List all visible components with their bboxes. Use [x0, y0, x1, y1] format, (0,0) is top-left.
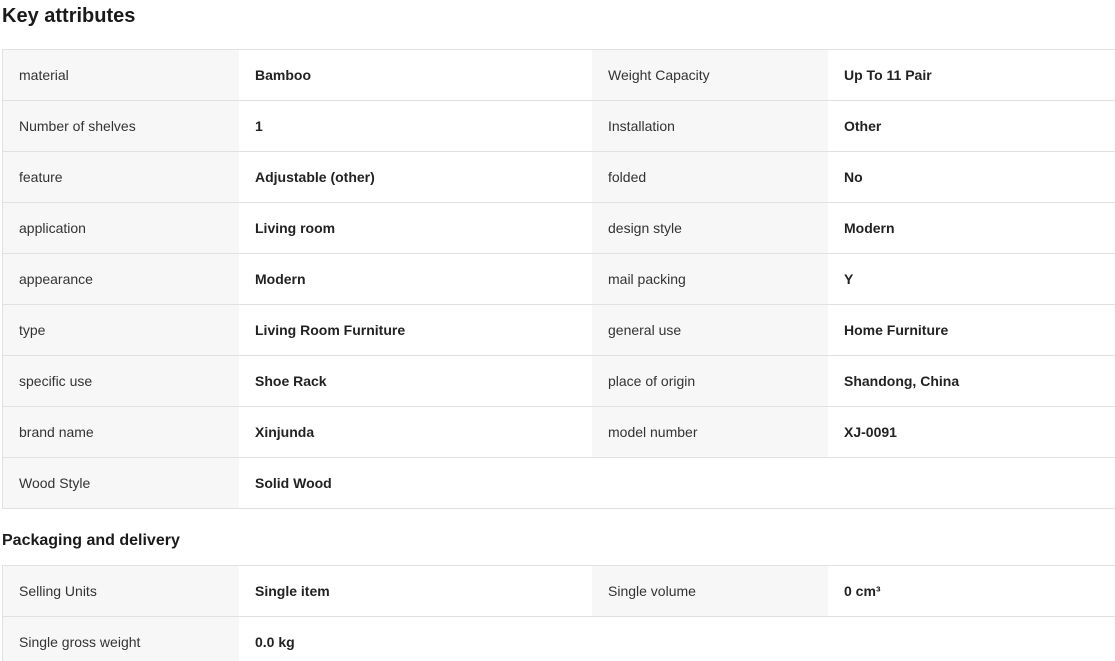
attribute-value: Single item	[239, 566, 592, 616]
attribute-label: model number	[592, 407, 828, 457]
attribute-label: mail packing	[592, 254, 828, 304]
table-row: feature Adjustable (other) folded No	[3, 152, 1115, 203]
attribute-label: brand name	[3, 407, 239, 457]
attribute-value: Other	[828, 101, 1115, 151]
attribute-label: design style	[592, 203, 828, 253]
key-attributes-title: Key attributes	[2, 5, 136, 27]
empty-cell	[592, 617, 1115, 661]
table-row: Single gross weight 0.0 kg	[3, 617, 1115, 661]
attribute-value: Modern	[828, 203, 1115, 253]
packaging-delivery-table: Selling Units Single item Single volume …	[2, 565, 1115, 661]
attribute-value: Solid Wood	[239, 458, 592, 508]
table-row: type Living Room Furniture general use H…	[3, 305, 1115, 356]
product-attributes-page: Key attributes material Bamboo Weight Ca…	[0, 0, 1115, 661]
attribute-value: XJ-0091	[828, 407, 1115, 457]
attribute-label: folded	[592, 152, 828, 202]
attribute-value: Adjustable (other)	[239, 152, 592, 202]
attribute-value: Bamboo	[239, 50, 592, 100]
key-attributes-table: material Bamboo Weight Capacity Up To 11…	[2, 49, 1115, 509]
table-row: Number of shelves 1 Installation Other	[3, 101, 1115, 152]
attribute-value: Shandong, China	[828, 356, 1115, 406]
packaging-delivery-title: Packaging and delivery	[2, 532, 180, 549]
table-row: Selling Units Single item Single volume …	[3, 566, 1115, 617]
attribute-label: general use	[592, 305, 828, 355]
attribute-label: specific use	[3, 356, 239, 406]
attribute-value: Living Room Furniture	[239, 305, 592, 355]
attribute-value: Home Furniture	[828, 305, 1115, 355]
empty-cell	[592, 458, 1115, 508]
table-row: appearance Modern mail packing Y	[3, 254, 1115, 305]
attribute-value: Up To 11 Pair	[828, 50, 1115, 100]
attribute-value: Y	[828, 254, 1115, 304]
attribute-label: Installation	[592, 101, 828, 151]
attribute-value: 1	[239, 101, 592, 151]
table-row: application Living room design style Mod…	[3, 203, 1115, 254]
attribute-label: Wood Style	[3, 458, 239, 508]
attribute-label: Number of shelves	[3, 101, 239, 151]
attribute-label: application	[3, 203, 239, 253]
attribute-value: Xinjunda	[239, 407, 592, 457]
attribute-label: Selling Units	[3, 566, 239, 616]
table-row: material Bamboo Weight Capacity Up To 11…	[3, 50, 1115, 101]
attribute-label: material	[3, 50, 239, 100]
attribute-label: Single volume	[592, 566, 828, 616]
table-row: Wood Style Solid Wood	[3, 458, 1115, 509]
table-row: brand name Xinjunda model number XJ-0091	[3, 407, 1115, 458]
attribute-label: appearance	[3, 254, 239, 304]
attribute-label: Weight Capacity	[592, 50, 828, 100]
attribute-label: place of origin	[592, 356, 828, 406]
attribute-label: type	[3, 305, 239, 355]
attribute-label: feature	[3, 152, 239, 202]
attribute-value: Shoe Rack	[239, 356, 592, 406]
attribute-label: Single gross weight	[3, 617, 239, 661]
table-row: specific use Shoe Rack place of origin S…	[3, 356, 1115, 407]
attribute-value: 0 cm³	[828, 566, 1115, 616]
attribute-value: No	[828, 152, 1115, 202]
attribute-value: 0.0 kg	[239, 617, 592, 661]
attribute-value: Living room	[239, 203, 592, 253]
attribute-value: Modern	[239, 254, 592, 304]
